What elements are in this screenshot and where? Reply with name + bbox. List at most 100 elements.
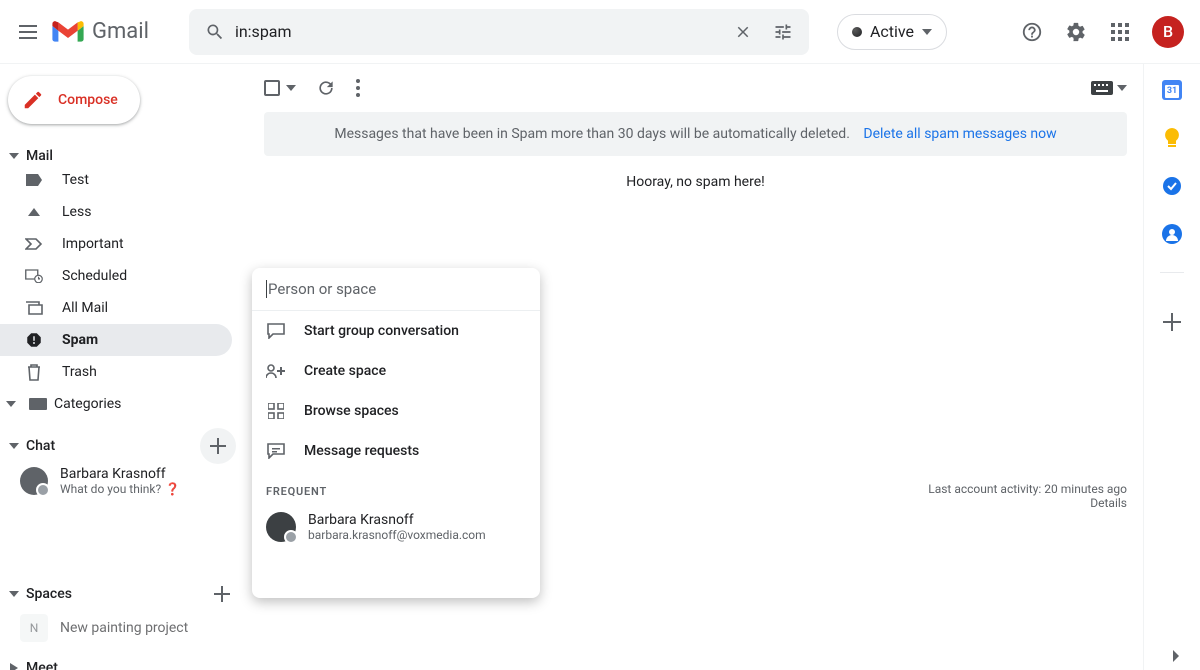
tune-icon [773,22,793,42]
spaces-section-header[interactable]: Spaces [0,578,248,610]
popup-search-input[interactable]: Person or space [252,268,540,311]
caret-down-icon [1117,85,1127,91]
search-box[interactable] [189,9,809,55]
select-all-checkbox[interactable] [264,80,296,96]
sidebar-item-scheduled[interactable]: Scheduled [0,260,232,292]
contact-avatar [266,512,296,542]
chevron-up-icon [24,208,44,216]
message-requests[interactable]: Message requests [252,431,540,471]
gear-icon [1065,21,1087,43]
plus-icon [214,586,230,602]
delete-all-spam-link[interactable]: Delete all spam messages now [863,126,1056,142]
apps-grid-icon [1111,23,1129,41]
search-input[interactable] [235,22,723,41]
apps-button[interactable] [1100,12,1140,52]
caret-down-icon [922,29,932,35]
popup-item-label: Message requests [304,443,419,459]
more-button[interactable] [356,68,360,108]
refresh-icon [316,78,336,98]
input-tools-button[interactable] [1091,81,1127,95]
hamburger-icon [19,25,37,39]
compose-label: Compose [58,92,118,108]
new-chat-button[interactable] [200,428,236,464]
get-addons-button[interactable] [1163,313,1181,331]
gmail-logo-icon [52,20,84,44]
chat-section-header[interactable]: Chat [0,430,248,462]
sidebar-item-allmail[interactable]: All Mail [0,292,232,324]
question-mark-icon: ❓ [165,482,180,496]
clear-search-button[interactable] [723,12,763,52]
keep-addon[interactable] [1163,128,1181,148]
sidebar-item-test[interactable]: Test [0,164,232,196]
sidebar-item-label: Important [62,236,124,252]
caret-right-icon [10,663,18,670]
chat-preview-text: What do you think? [60,482,161,496]
caret-down-icon [9,153,19,159]
gmail-logo[interactable]: Gmail [48,19,179,44]
empty-state-message: Hooray, no spam here! [248,156,1143,216]
calendar-addon[interactable]: 31 [1162,80,1182,100]
message-requests-icon [266,443,286,459]
contact-email: barbara.krasnoff@voxmedia.com [308,528,486,542]
main-menu-button[interactable] [8,12,48,52]
pencil-icon [22,89,44,111]
sidebar-item-label: Test [62,172,89,188]
new-space-button[interactable] [208,580,236,608]
status-dot-icon [852,27,862,37]
hide-side-panel-button[interactable] [1170,650,1182,662]
help-icon [1021,21,1043,43]
scheduled-icon [24,269,44,283]
sidebar-item-label: Spam [62,332,98,348]
contact-name: Barbara Krasnoff [308,512,486,528]
start-group-conversation[interactable]: Start group conversation [252,311,540,351]
space-item[interactable]: N New painting project [0,610,248,646]
contacts-addon[interactable] [1162,224,1182,244]
browse-spaces-icon [266,403,286,419]
details-link[interactable]: Details [1090,496,1127,510]
spam-banner: Messages that have been in Spam more tha… [264,112,1127,156]
important-icon [24,238,44,250]
popup-item-label: Browse spaces [304,403,399,419]
chat-avatar [20,467,48,495]
sidebar-item-label: Trash [62,364,97,380]
chat-contact-name: Barbara Krasnoff [60,466,180,482]
search-icon[interactable] [195,12,235,52]
search-options-button[interactable] [763,12,803,52]
browse-spaces[interactable]: Browse spaces [252,391,540,431]
sidebar-item-label: All Mail [62,300,108,316]
compose-button[interactable]: Compose [8,76,140,124]
new-chat-popup: Person or space Start group conversation… [252,268,540,598]
meet-section-header[interactable]: Meet [0,652,248,670]
create-space[interactable]: Create space [252,351,540,391]
status-label: Active [870,22,914,41]
trash-icon [24,363,44,381]
product-name: Gmail [92,19,149,44]
support-button[interactable] [1012,12,1052,52]
sidebar-item-spam[interactable]: Spam [0,324,232,356]
chat-conversation[interactable]: Barbara Krasnoff What do you think? ❓ [0,462,248,500]
sidebar-item-important[interactable]: Important [0,228,232,260]
refresh-button[interactable] [316,68,336,108]
checkbox-icon [264,80,280,96]
categories-icon [28,398,48,410]
status-chip[interactable]: Active [837,14,947,50]
settings-button[interactable] [1056,12,1096,52]
keep-icon [1163,128,1181,148]
sidebar-item-trash[interactable]: Trash [0,356,232,388]
sidebar-item-less[interactable]: Less [0,196,232,228]
mail-section-label: Mail [26,148,53,164]
popup-item-label: Start group conversation [304,323,459,339]
popup-item-label: Create space [304,363,386,379]
tasks-addon[interactable] [1162,176,1182,196]
sidebar-item-categories[interactable]: Categories [0,388,232,420]
sidebar-item-label: Less [62,204,91,220]
popup-search-placeholder: Person or space [266,280,376,298]
keyboard-icon [1091,81,1113,95]
label-icon [24,174,44,186]
account-avatar[interactable]: B [1152,16,1184,48]
chevron-right-icon [1170,650,1182,662]
tasks-icon [1162,176,1182,196]
frequent-contact[interactable]: Barbara Krasnoff barbara.krasnoff@voxmed… [252,506,540,548]
allmail-icon [24,301,44,315]
banner-text: Messages that have been in Spam more tha… [334,126,850,142]
